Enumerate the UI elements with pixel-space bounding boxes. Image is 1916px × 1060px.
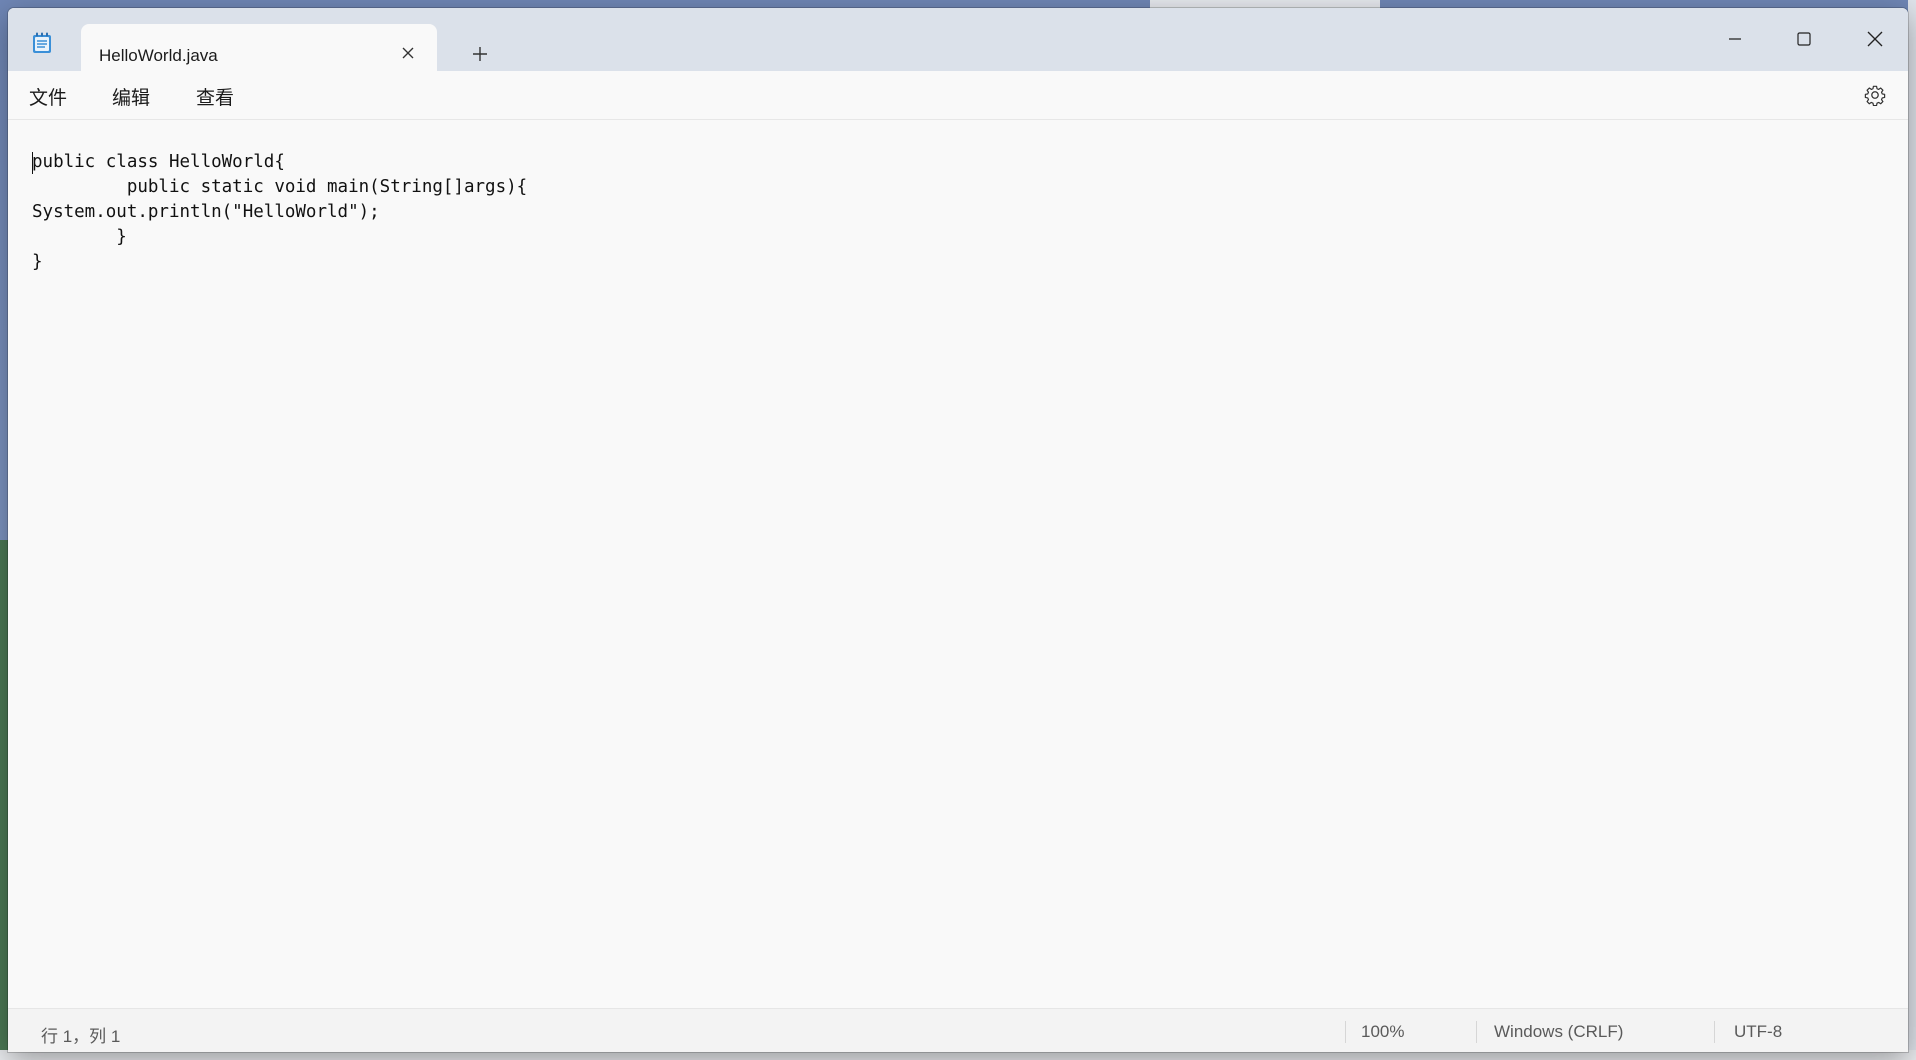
desktop-background-right [1908, 0, 1916, 1060]
close-icon[interactable] [1851, 22, 1899, 56]
status-divider [1345, 1021, 1346, 1043]
tab-title: HelloWorld.java [99, 46, 218, 65]
text-editor[interactable]: public class HelloWorld{ public static v… [8, 120, 1908, 1008]
cursor-position: 行 1，列 1 [41, 1027, 121, 1046]
menu-view[interactable]: 查看 [196, 83, 234, 110]
notepad-icon [32, 32, 52, 54]
maximize-icon[interactable] [1780, 22, 1828, 56]
line-ending[interactable]: Windows (CRLF) [1494, 1022, 1623, 1042]
menu-bar: 文件 编辑 查看 [8, 71, 1908, 120]
minimize-icon[interactable] [1711, 22, 1759, 56]
gear-icon[interactable] [1861, 81, 1889, 109]
plus-icon[interactable] [466, 40, 494, 68]
title-bar[interactable]: HelloWorld.java [8, 8, 1908, 79]
close-icon[interactable] [397, 42, 419, 64]
status-bar: 行 1，列 1 100% Windows (CRLF) UTF-8 [8, 1008, 1908, 1052]
menu-edit[interactable]: 编辑 [112, 83, 150, 110]
notepad-window: HelloWorld.java 文件 编辑 查看 public class He… [8, 8, 1908, 1052]
menu-file[interactable]: 文件 [29, 83, 67, 110]
zoom-level[interactable]: 100% [1361, 1022, 1404, 1042]
text-caret [32, 152, 33, 174]
encoding[interactable]: UTF-8 [1734, 1022, 1782, 1042]
status-divider [1714, 1021, 1715, 1043]
status-divider [1476, 1021, 1477, 1043]
editor-content: public class HelloWorld{ public static v… [32, 152, 528, 272]
